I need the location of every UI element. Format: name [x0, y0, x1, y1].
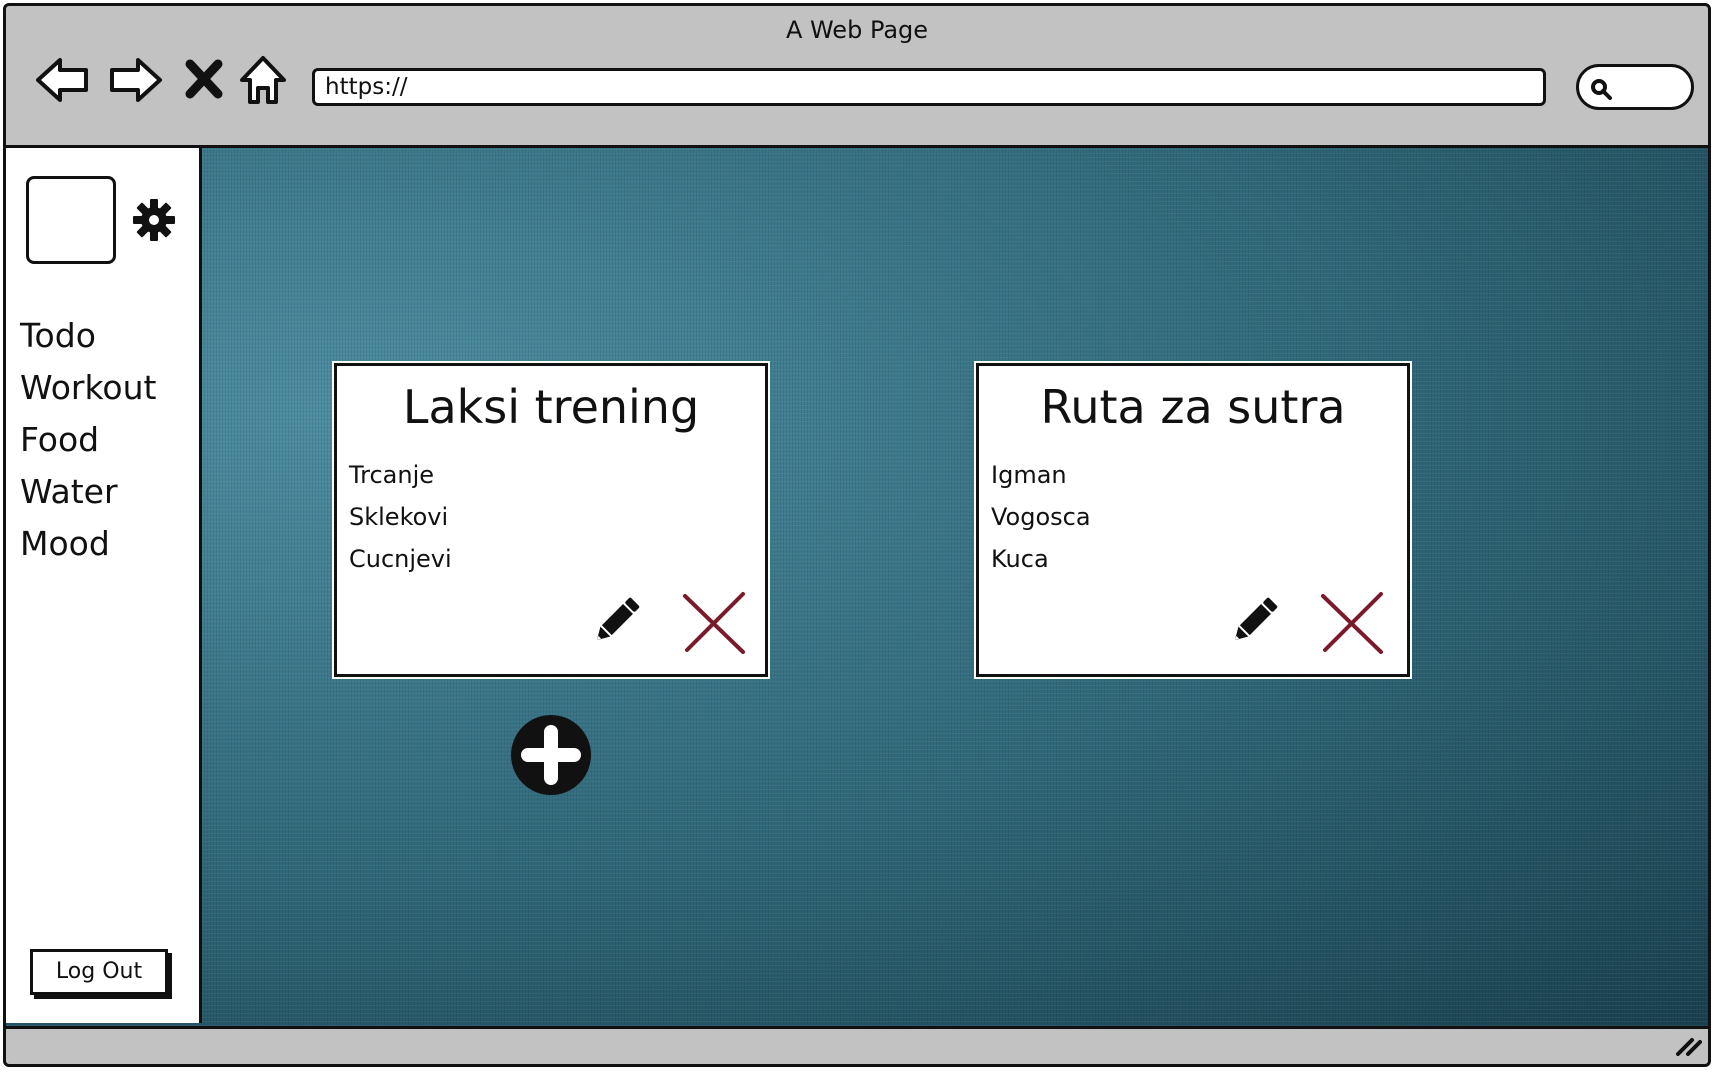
logout-button[interactable]: Log Out: [30, 949, 168, 995]
list-item: Igman: [991, 461, 1067, 489]
main-content: Laksi trening Trcanje Sklekovi Cucnjevi …: [6, 145, 1708, 1029]
card-title: Laksi trening: [402, 380, 700, 434]
search-icon: [1591, 79, 1612, 100]
pencil-icon[interactable]: [1225, 592, 1283, 650]
resize-grip-icon[interactable]: [1674, 1032, 1702, 1056]
card-item-list: Trcanje Sklekovi Cucnjevi: [349, 454, 452, 580]
forward-arrow-icon[interactable]: [106, 52, 166, 108]
note-card: Laksi trening Trcanje Sklekovi Cucnjevi: [332, 361, 770, 679]
avatar[interactable]: [26, 176, 116, 264]
home-icon[interactable]: [238, 52, 288, 108]
list-item: Trcanje: [349, 461, 435, 489]
gear-icon[interactable]: [132, 198, 176, 242]
card-title: Ruta za sutra: [1040, 380, 1346, 434]
window-title: A Web Page: [785, 16, 929, 44]
list-item: Kuca: [991, 545, 1049, 573]
add-plus-icon[interactable]: [510, 714, 592, 796]
delete-x-icon[interactable]: [1319, 590, 1385, 656]
stop-icon[interactable]: [182, 52, 226, 108]
address-bar[interactable]: https://: [312, 68, 1546, 106]
list-item: Vogosca: [991, 503, 1091, 531]
list-item: Sklekovi: [349, 503, 449, 531]
delete-x-icon[interactable]: [681, 590, 747, 656]
sidebar: Todo Workout Food Water Mood Log Out: [6, 145, 202, 1023]
browser-window: A Web Page https:// Laksi trening Trcanj…: [3, 3, 1711, 1067]
sidebar-item-food[interactable]: Food: [20, 414, 156, 466]
sidebar-item-mood[interactable]: Mood: [20, 518, 156, 570]
card-item-list: Igman Vogosca Kuca: [991, 454, 1091, 580]
pencil-icon[interactable]: [587, 592, 645, 650]
sidebar-item-todo[interactable]: Todo: [20, 310, 156, 362]
sidebar-item-water[interactable]: Water: [20, 466, 156, 518]
search-field[interactable]: [1576, 64, 1694, 110]
list-item: Cucnjevi: [349, 545, 452, 573]
sidebar-menu: Todo Workout Food Water Mood: [20, 310, 156, 570]
sidebar-item-workout[interactable]: Workout: [20, 362, 156, 414]
back-arrow-icon[interactable]: [32, 52, 92, 108]
note-card: Ruta za sutra Igman Vogosca Kuca: [974, 361, 1412, 679]
